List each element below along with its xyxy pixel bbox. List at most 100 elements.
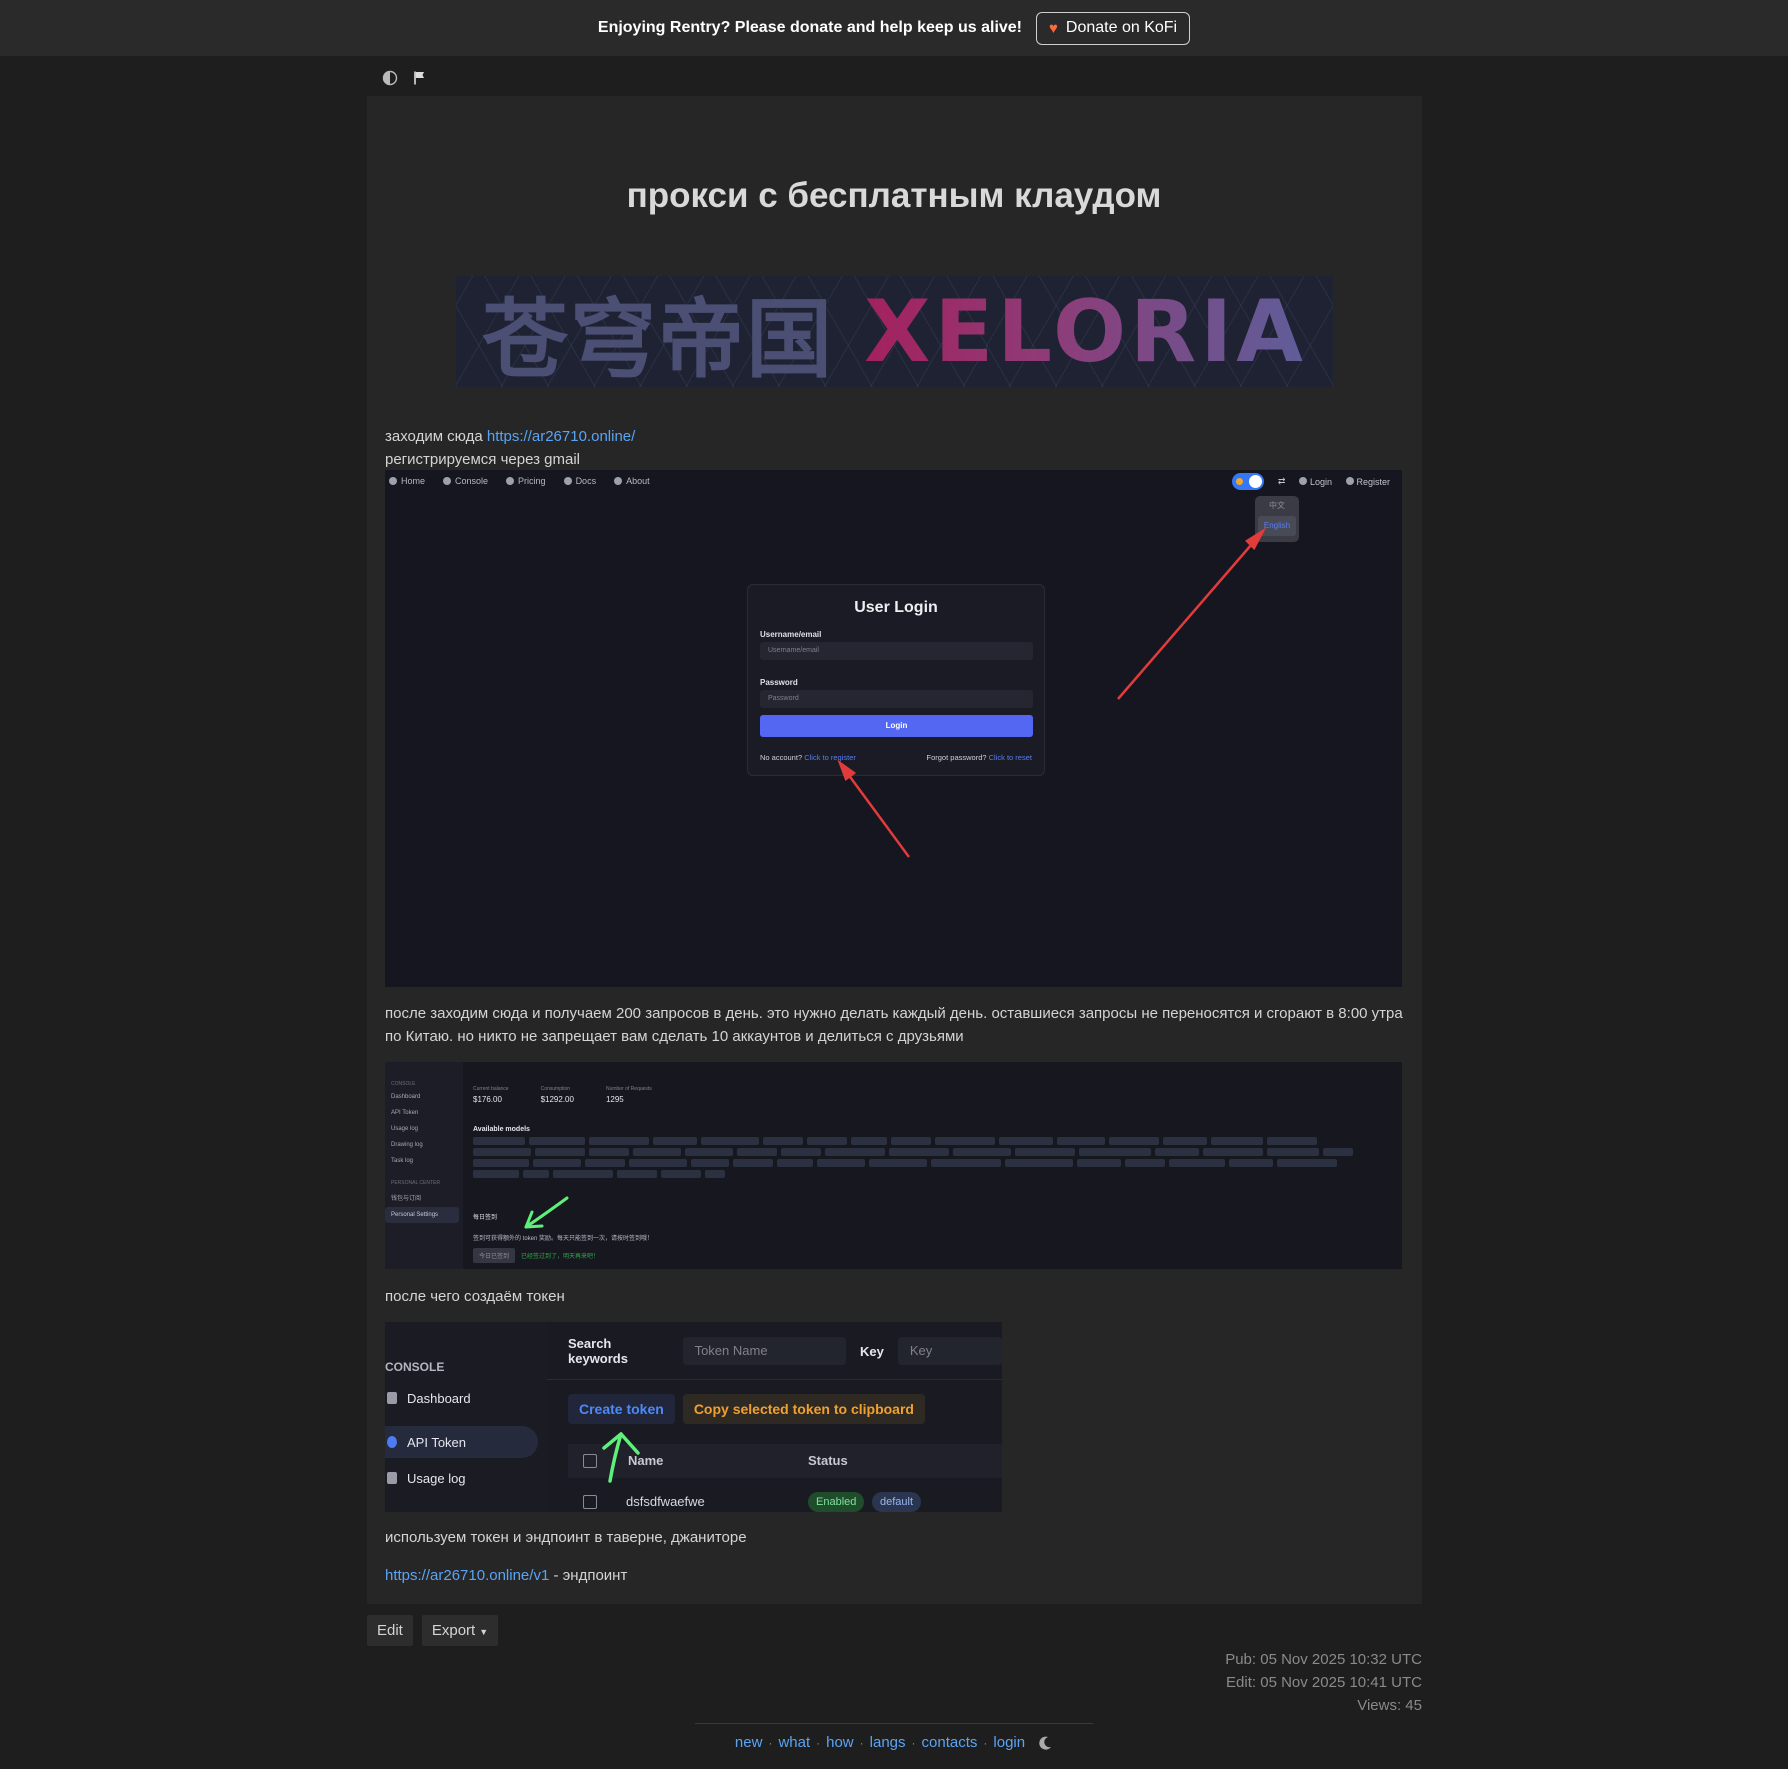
select-all-checkbox [583,1454,597,1468]
model-chip [825,1148,885,1156]
reset-line: Forgot password? Click to reset [926,753,1032,762]
lang-option-en: English [1258,516,1296,536]
page-title: прокси с бесплатным клаудом [626,176,1162,215]
nav-about: About [614,476,650,486]
copy-token-button: Copy selected token to clipboard [682,1394,925,1424]
footer-link-new[interactable]: new [735,1734,763,1751]
token-sidebar-dashboard: Dashboard [385,1382,538,1414]
daily-checkin-button: 今日已签到 [473,1248,516,1263]
footer-link-contacts[interactable]: contacts [922,1734,978,1751]
token-group-badge: default [872,1492,922,1512]
model-chip [1077,1159,1121,1167]
contrast-toggle-icon[interactable] [382,70,398,86]
available-models-heading: Available models [473,1126,530,1133]
model-chip [535,1148,585,1156]
step2-text: регистрируемся через gmail [385,451,580,468]
password-input: Password [760,690,1033,708]
console-section-label: CONSOLE [391,1081,416,1087]
caret-down-icon: ▼ [479,1627,489,1637]
flag-icon[interactable] [412,70,428,86]
sidebar-usage-log: Usage log [391,1126,419,1132]
model-chip [691,1159,729,1167]
sidebar-task-log: Task log [391,1158,414,1164]
token-status-badge: Enabled [808,1492,865,1512]
model-chip [473,1159,529,1167]
sidebar-dashboard: Dashboard [391,1094,421,1100]
model-chip [1125,1159,1165,1167]
footer-divider [695,1723,1093,1724]
model-chip [685,1148,733,1156]
model-chip [889,1148,949,1156]
dashboard-icon [387,1392,397,1404]
nav-register: Register [1345,476,1390,487]
footer-link-how[interactable]: how [826,1734,854,1751]
model-chip [1057,1137,1105,1145]
model-chip [931,1159,1001,1167]
footer-link-what[interactable]: what [778,1734,810,1751]
site-link[interactable]: https://ar26710.online/ [487,428,635,445]
model-chip [891,1137,931,1145]
step1-paragraph: заходим сюда https://ar26710.online/ рег… [385,425,635,471]
model-chip [935,1137,995,1145]
model-chip [999,1137,1053,1145]
token-row-name: dsfsdfwaefwe [626,1494,705,1509]
footer-link-langs[interactable]: langs [870,1734,906,1751]
banner-cn-text: 苍穹帝国 [482,290,835,387]
daily-title: 每日签到 [473,1215,498,1221]
model-chip [473,1137,525,1145]
model-chip [1211,1137,1263,1145]
sidebar-wallet: 钱包与订阅 [391,1196,422,1202]
model-chip [473,1148,531,1156]
model-chip [777,1159,813,1167]
token-row: dsfsdfwaefwe Enabled default [568,1486,1002,1512]
moon-icon[interactable] [1037,1735,1053,1751]
nav-docs: Docs [563,476,596,486]
user-login-card: User Login Username/email Username/email… [747,584,1045,776]
register-link: Click to register [804,753,856,762]
export-dropdown[interactable]: Export ▼ [421,1615,499,1646]
stat-requests: Number of Requests 1295 [605,1086,652,1104]
col-status: Status [808,1453,848,1468]
endpoint-suffix: - эндпоинт [549,1567,628,1584]
reset-link: Click to reset [988,753,1032,762]
token-sidebar-usage-log: Usage log [385,1462,538,1494]
model-chip [1109,1137,1159,1145]
export-label: Export [431,1622,476,1639]
model-chip [589,1148,629,1156]
stat-consumption: Consumption $1292.00 [540,1086,574,1104]
model-chip-list [473,1137,1378,1178]
model-chip [617,1170,657,1178]
login-button: Login [760,715,1033,737]
model-chip [763,1137,803,1145]
model-chip [1005,1159,1073,1167]
footer-sep: · [983,1735,988,1750]
model-chip [1267,1137,1317,1145]
endpoint-link[interactable]: https://ar26710.online/v1 [385,1567,549,1584]
key-icon [1345,476,1354,485]
search-keywords-label: Search keywords [568,1336,628,1366]
token-search-bar: Search keywords Token Name Key Key [568,1336,1002,1366]
view-count: Views: 45 [1357,1697,1422,1714]
token-name-input: Token Name [682,1337,846,1365]
model-chip [705,1170,725,1178]
edit-date: Edit: 05 Nov 2025 10:41 UTC [1226,1674,1422,1691]
token-console-section: CONSOLE [385,1360,445,1374]
key-label: Key [859,1343,884,1359]
footer-nav: new · what · how · langs · contacts · login [0,1734,1788,1751]
console-icon [443,477,452,485]
model-chip [1323,1148,1353,1156]
model-chip [701,1137,759,1145]
nav-login: Login [1299,476,1332,487]
footer-link-login[interactable]: login [993,1734,1025,1751]
lang-option-cn: 中文 [1269,501,1285,510]
sidebar-drawing-log: Drawing log [391,1142,423,1148]
edit-button[interactable]: Edit [367,1615,413,1646]
page-tools [382,70,428,86]
model-chip [533,1159,581,1167]
banner-en-text: XELORIA [864,281,1307,382]
dashboard-main: Current balance $176.00 Consumption $1292.… [473,1086,1392,1178]
donate-kofi-button[interactable]: ♥ Donate on KoFi [1036,11,1191,45]
token-sidebar-api-token: API Token [385,1426,538,1458]
key-input: Key [897,1337,1002,1365]
heart-icon: ♥ [1049,19,1058,37]
